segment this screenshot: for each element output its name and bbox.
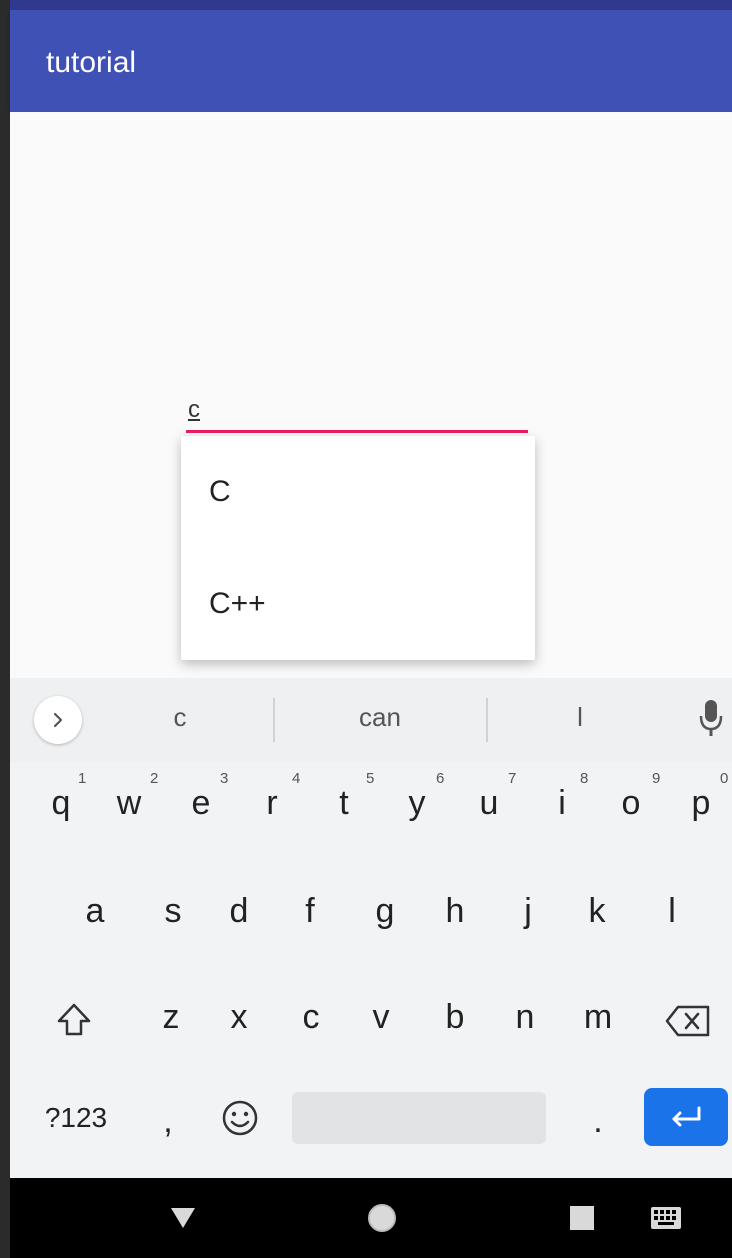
input-underline [186, 430, 528, 433]
key-d[interactable]: d [224, 892, 254, 931]
key-hint: 0 [720, 770, 729, 787]
key-hint: 3 [220, 770, 229, 787]
backspace-icon[interactable] [664, 1004, 712, 1038]
keyboard-icon[interactable] [650, 1206, 682, 1230]
key-v[interactable]: v [366, 998, 396, 1037]
enter-icon [672, 1106, 701, 1127]
shift-icon[interactable] [54, 1000, 94, 1040]
key-b[interactable]: b [440, 998, 470, 1037]
soft-keyboard: c can l q 1 w 2 e 3 r 4 t 5 y 6 u 7 i 8 … [10, 678, 732, 1178]
key-m[interactable]: m [578, 998, 618, 1037]
key-t[interactable]: t [332, 784, 356, 823]
status-bar [10, 0, 732, 10]
suggestion-divider [273, 698, 275, 742]
dropdown-item-cpp[interactable]: C++ [181, 548, 535, 660]
key-h[interactable]: h [440, 892, 470, 931]
key-l[interactable]: l [662, 892, 682, 931]
suggestion-divider [486, 698, 488, 742]
key-w[interactable]: w [110, 784, 148, 823]
key-n[interactable]: n [510, 998, 540, 1037]
comma-key[interactable]: , [158, 1102, 178, 1141]
home-circle-icon[interactable] [366, 1202, 398, 1234]
key-u[interactable]: u [474, 784, 504, 823]
suggestion-0[interactable]: c [130, 702, 230, 733]
enter-key[interactable] [644, 1088, 728, 1146]
app-title: tutorial [46, 46, 137, 79]
key-x[interactable]: x [224, 998, 254, 1037]
symbols-key[interactable]: ?123 [38, 1102, 114, 1134]
key-hint: 1 [78, 770, 87, 787]
key-hint: 5 [366, 770, 375, 787]
key-q[interactable]: q [46, 784, 76, 823]
recents-square-icon[interactable] [570, 1206, 594, 1230]
key-z[interactable]: z [156, 998, 186, 1037]
autocomplete-dropdown: C C++ [181, 436, 535, 660]
key-r[interactable]: r [260, 784, 284, 823]
key-y[interactable]: y [402, 784, 432, 823]
suggestion-2[interactable]: l [530, 702, 630, 733]
key-hint: 9 [652, 770, 661, 787]
app-bar: tutorial [10, 10, 732, 112]
key-a[interactable]: a [80, 892, 110, 931]
autocomplete-input[interactable]: c [186, 392, 528, 436]
key-c[interactable]: c [296, 998, 326, 1037]
back-triangle-icon[interactable] [168, 1204, 198, 1232]
device-frame-edge [0, 0, 10, 1258]
suggestion-strip: c can l [10, 678, 732, 762]
key-hint: 8 [580, 770, 589, 787]
key-f[interactable]: f [298, 892, 322, 931]
key-o[interactable]: o [616, 784, 646, 823]
key-hint: 7 [508, 770, 517, 787]
key-e[interactable]: e [186, 784, 216, 823]
key-i[interactable]: i [550, 784, 574, 823]
key-k[interactable]: k [582, 892, 612, 931]
chevron-right-icon[interactable] [34, 696, 82, 744]
key-hint: 6 [436, 770, 445, 787]
dropdown-item-c[interactable]: C [181, 436, 535, 548]
key-p[interactable]: p [686, 784, 716, 823]
period-key[interactable]: . [588, 1102, 608, 1141]
key-hint: 4 [292, 770, 301, 787]
input-value: c [188, 396, 200, 423]
suggestion-1[interactable]: can [330, 702, 430, 733]
key-g[interactable]: g [370, 892, 400, 931]
key-hint: 2 [150, 770, 159, 787]
system-nav-bar [10, 1178, 732, 1258]
key-s[interactable]: s [158, 892, 188, 931]
key-j[interactable]: j [516, 892, 540, 931]
mic-icon[interactable] [698, 698, 724, 742]
emoji-icon[interactable] [220, 1098, 260, 1138]
space-key[interactable] [292, 1092, 546, 1144]
